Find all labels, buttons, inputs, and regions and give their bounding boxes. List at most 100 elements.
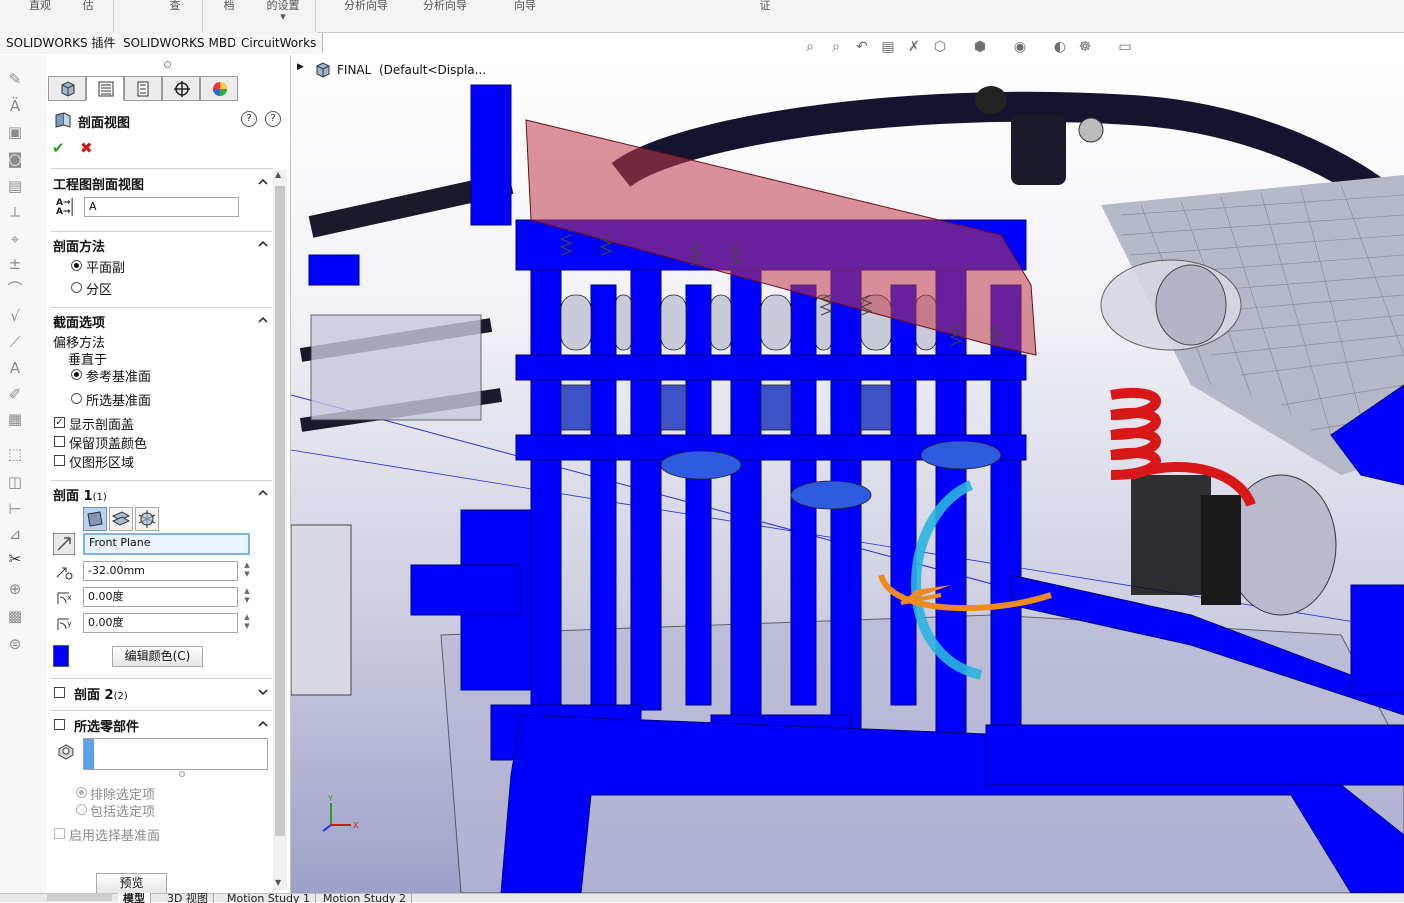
enable-select-plane-checkbox[interactable] [54,828,65,839]
edit-color-button[interactable]: 编辑颜色(C) [112,646,203,667]
tab-3d-views[interactable]: 3D 视图 [162,893,214,903]
section-label-input[interactable]: A [84,197,239,217]
section-view-toolbar-icon[interactable]: ▤ [878,37,898,57]
view-icon[interactable]: ⬚ [6,445,24,463]
crop-view-icon[interactable]: ▩ [6,607,24,625]
radio-planar[interactable] [71,260,82,271]
auxiliary-view-icon[interactable]: ⊿ [6,525,24,543]
offset-spinner[interactable]: ▲ ▼ [242,561,252,581]
graphics-viewport[interactable]: Y X [291,55,1404,893]
tab-solidworks-addins[interactable]: SOLIDWORKS 插件 [0,33,123,53]
help-icon[interactable]: ? [241,111,257,127]
note-icon[interactable]: Ä [6,97,24,115]
tab-nav-arrows[interactable] [47,893,112,901]
ribbon-group-5[interactable]: 分析向导 [336,0,396,32]
pencil-icon[interactable]: ✐ [6,385,24,403]
section-two-plane-button[interactable] [109,507,133,531]
rotate-x-input[interactable]: 0.00度 [83,587,238,607]
tab-feature-manager[interactable] [48,76,86,101]
tab-solidworks-mbd[interactable]: SOLIDWORKS MBD [117,33,244,53]
bom-icon[interactable]: ▤ [6,177,24,195]
chevron-up-icon[interactable] [258,177,268,187]
radio-selected-plane[interactable] [71,393,82,404]
zoom-to-fit-icon[interactable]: ⌕ [800,37,820,57]
ribbon-group-7[interactable]: 向导 [500,0,550,32]
surface-finish-icon[interactable]: √ [6,307,24,325]
selected-components-checkbox[interactable] [54,719,65,730]
previous-view-icon[interactable]: ↶ [852,37,872,57]
ribbon-group-4[interactable]: 的设置 ▾ [258,0,308,32]
expand-arrow-icon[interactable]: ▶ [297,62,304,72]
ribbon-group-2[interactable]: 查 [160,0,190,32]
cancel-x-button[interactable]: ✖ [80,139,93,157]
section-options-header[interactable]: 截面选项 [53,312,105,331]
show-cap-checkbox[interactable]: ✓ [54,417,65,428]
preview-button[interactable]: 预览 [96,873,167,894]
radio-include-selected[interactable] [76,804,87,815]
selected-components-header[interactable]: 所选零部件 [74,716,139,735]
display-style-icon[interactable]: ⬢ [970,37,990,57]
section2-checkbox[interactable] [54,687,65,698]
section-three-plane-button[interactable] [135,507,159,531]
weld-icon[interactable]: ⟂ [6,203,24,221]
radio-exclude-selected[interactable] [76,787,87,798]
tab-display-manager[interactable] [200,76,238,101]
chevron-up-icon[interactable] [258,488,268,498]
ribbon-group-0[interactable]: 直观 [20,0,60,32]
radio-reference-plane[interactable] [71,369,82,380]
section1-header[interactable]: 剖面 1(1) [53,485,107,504]
scroll-down-arrow-icon[interactable]: ▼ [275,878,281,887]
offset-distance-input[interactable]: -32.00mm [83,561,238,581]
section-plane-selection[interactable]: Front Plane [83,533,250,555]
panel-scrollbar[interactable]: ▲ ▼ [273,170,287,890]
chevron-down-icon[interactable] [258,687,268,697]
model-view-icon[interactable]: ◫ [6,473,24,491]
hide-show-items-icon[interactable]: ◉ [1010,37,1030,57]
detail-view-icon[interactable]: ⊕ [6,580,24,598]
cap-color-swatch[interactable] [53,645,69,667]
datum-icon[interactable]: ⌖ [6,230,24,248]
ok-check-button[interactable]: ✔ [52,139,65,157]
scroll-thumb[interactable] [275,186,285,836]
scroll-up-arrow-icon[interactable]: ▲ [275,170,281,179]
rotate-y-spinner[interactable]: ▲ ▼ [242,613,252,633]
section-view-icon[interactable]: ✂ [6,550,24,568]
table-icon[interactable]: ▦ [6,410,24,428]
section-method-header[interactable]: 剖面方法 [53,236,105,255]
rotate-x-spinner[interactable]: ▲ ▼ [242,587,252,607]
tab-property-manager[interactable] [86,76,124,101]
tab-circuitworks[interactable]: CircuitWorks [235,33,324,53]
arc-icon[interactable]: ⌒ [6,280,24,298]
resize-grip-dot[interactable] [179,771,185,777]
chevron-up-icon[interactable] [258,239,268,249]
tab-configuration-manager[interactable] [124,76,162,101]
chevron-up-icon[interactable] [258,719,268,729]
chevron-up-icon[interactable] [258,315,268,325]
dimension-icon[interactable]: ± [6,255,24,273]
zoom-to-area-icon[interactable]: ⌕ [826,37,846,57]
line-icon[interactable]: ⟋ [6,333,24,351]
apply-scene-icon[interactable]: ☸ [1075,37,1095,57]
view-settings-icon[interactable]: ▭ [1115,37,1135,57]
edit-appearance-icon[interactable]: ◐ [1050,37,1070,57]
ribbon-group-8[interactable]: 证 [750,0,780,32]
help-question-icon[interactable]: ? [265,111,281,127]
graphics-only-checkbox[interactable] [54,455,65,466]
ribbon-group-1[interactable]: 估 [76,0,100,32]
section2-header[interactable]: 剖面 2(2) [74,684,128,703]
section-planar-button[interactable] [83,507,107,531]
keep-cap-color-checkbox[interactable] [54,436,65,447]
broken-view-icon[interactable]: ⊜ [6,635,24,653]
section-drawing-header[interactable]: 工程图剖面视图 [53,174,144,193]
ribbon-group-3[interactable]: 档 [214,0,244,32]
tab-motion-study-1[interactable]: Motion Study 1 [222,893,317,903]
dynamic-annotation-icon[interactable]: ✗ [904,37,924,57]
tab-model[interactable]: 模型 [118,893,151,903]
camera-icon[interactable]: ◙ [6,150,24,168]
rotate-y-input[interactable]: 0.00度 [83,613,238,633]
projected-view-icon[interactable]: ⊢ [6,500,24,518]
view-orientation-icon[interactable]: ⬡ [930,37,950,57]
text-icon[interactable]: A [6,359,24,377]
radio-zonal[interactable] [71,282,82,293]
tab-motion-study-2[interactable]: Motion Study 2 [318,893,413,903]
